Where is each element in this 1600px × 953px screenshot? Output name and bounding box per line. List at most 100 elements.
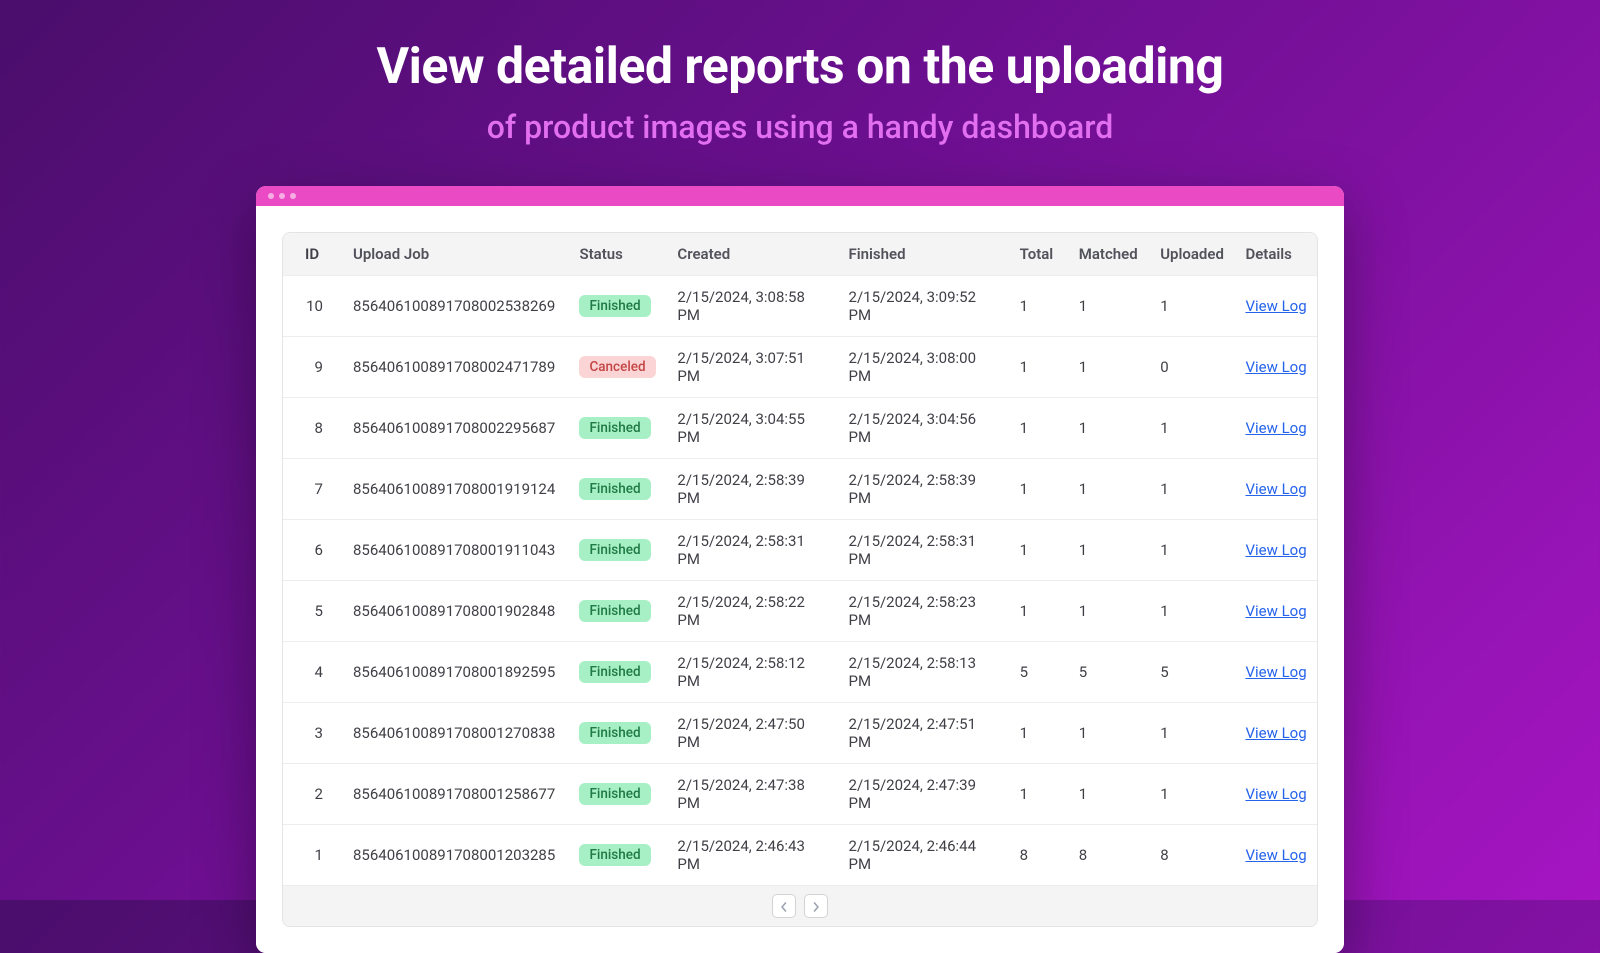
cell-finished: 2/15/2024, 3:08:00 PM (839, 337, 1010, 398)
cell-id: 8 (283, 398, 343, 459)
view-log-link[interactable]: View Log (1245, 419, 1306, 437)
cell-details: View Log (1235, 581, 1317, 642)
cell-upload-job: 856406100891708001911043 (343, 520, 569, 581)
cell-id: 4 (283, 642, 343, 703)
cell-status: Finished (569, 825, 667, 886)
cell-created: 2/15/2024, 2:58:39 PM (667, 459, 838, 520)
status-badge: Finished (579, 295, 650, 317)
view-log-link[interactable]: View Log (1245, 602, 1306, 620)
cell-total: 1 (1010, 764, 1069, 825)
app-window: ID Upload Job Status Created Finished To… (256, 186, 1344, 953)
table-row: 8856406100891708002295687Finished2/15/20… (283, 398, 1317, 459)
hero-subtitle: of product images using a handy dashboar… (0, 108, 1600, 146)
th-uploaded: Uploaded (1150, 233, 1235, 276)
table-row: 6856406100891708001911043Finished2/15/20… (283, 520, 1317, 581)
view-log-link[interactable]: View Log (1245, 663, 1306, 681)
cell-total: 1 (1010, 459, 1069, 520)
cell-details: View Log (1235, 520, 1317, 581)
cell-details: View Log (1235, 398, 1317, 459)
cell-uploaded: 1 (1150, 581, 1235, 642)
cell-id: 1 (283, 825, 343, 886)
traffic-light-close-icon[interactable] (268, 193, 274, 199)
cell-uploaded: 1 (1150, 764, 1235, 825)
cell-status: Canceled (569, 337, 667, 398)
cell-upload-job: 856406100891708002538269 (343, 276, 569, 337)
cell-total: 1 (1010, 520, 1069, 581)
cell-total: 1 (1010, 276, 1069, 337)
traffic-light-min-icon[interactable] (279, 193, 285, 199)
status-badge: Finished (579, 844, 650, 866)
cell-status: Finished (569, 459, 667, 520)
th-matched: Matched (1069, 233, 1150, 276)
cell-matched: 1 (1069, 520, 1150, 581)
status-badge: Finished (579, 722, 650, 744)
upload-jobs-table: ID Upload Job Status Created Finished To… (283, 233, 1317, 885)
cell-matched: 1 (1069, 276, 1150, 337)
view-log-link[interactable]: View Log (1245, 541, 1306, 559)
hero: View detailed reports on the uploading o… (0, 0, 1600, 146)
cell-finished: 2/15/2024, 2:58:13 PM (839, 642, 1010, 703)
cell-created: 2/15/2024, 2:47:50 PM (667, 703, 838, 764)
cell-matched: 8 (1069, 825, 1150, 886)
cell-finished: 2/15/2024, 2:46:44 PM (839, 825, 1010, 886)
view-log-link[interactable]: View Log (1245, 724, 1306, 742)
status-badge: Finished (579, 783, 650, 805)
cell-upload-job: 856406100891708001892595 (343, 642, 569, 703)
view-log-link[interactable]: View Log (1245, 297, 1306, 315)
cell-total: 1 (1010, 337, 1069, 398)
cell-matched: 1 (1069, 764, 1150, 825)
pagination (283, 885, 1317, 926)
traffic-light-max-icon[interactable] (290, 193, 296, 199)
cell-created: 2/15/2024, 2:47:38 PM (667, 764, 838, 825)
th-upload-job: Upload Job (343, 233, 569, 276)
window-body: ID Upload Job Status Created Finished To… (256, 206, 1344, 953)
cell-finished: 2/15/2024, 2:47:51 PM (839, 703, 1010, 764)
cell-details: View Log (1235, 276, 1317, 337)
cell-created: 2/15/2024, 3:07:51 PM (667, 337, 838, 398)
view-log-link[interactable]: View Log (1245, 480, 1306, 498)
cell-id: 5 (283, 581, 343, 642)
cell-created: 2/15/2024, 3:08:58 PM (667, 276, 838, 337)
table-row: 7856406100891708001919124Finished2/15/20… (283, 459, 1317, 520)
cell-matched: 1 (1069, 459, 1150, 520)
cell-finished: 2/15/2024, 3:04:56 PM (839, 398, 1010, 459)
cell-uploaded: 8 (1150, 825, 1235, 886)
cell-created: 2/15/2024, 2:46:43 PM (667, 825, 838, 886)
hero-title: View detailed reports on the uploading (0, 38, 1600, 96)
cell-created: 2/15/2024, 3:04:55 PM (667, 398, 838, 459)
th-status: Status (569, 233, 667, 276)
cell-details: View Log (1235, 703, 1317, 764)
status-badge: Finished (579, 600, 650, 622)
cell-status: Finished (569, 520, 667, 581)
view-log-link[interactable]: View Log (1245, 846, 1306, 864)
cell-uploaded: 1 (1150, 520, 1235, 581)
prev-page-button[interactable] (772, 894, 796, 918)
th-finished: Finished (839, 233, 1010, 276)
cell-status: Finished (569, 398, 667, 459)
cell-upload-job: 856406100891708001919124 (343, 459, 569, 520)
cell-status: Finished (569, 581, 667, 642)
cell-matched: 1 (1069, 581, 1150, 642)
cell-uploaded: 5 (1150, 642, 1235, 703)
cell-details: View Log (1235, 459, 1317, 520)
cell-upload-job: 856406100891708002471789 (343, 337, 569, 398)
cell-upload-job: 856406100891708002295687 (343, 398, 569, 459)
status-badge: Canceled (579, 356, 655, 378)
th-id: ID (283, 233, 343, 276)
cell-status: Finished (569, 276, 667, 337)
window-titlebar (256, 186, 1344, 206)
view-log-link[interactable]: View Log (1245, 358, 1306, 376)
cell-matched: 1 (1069, 398, 1150, 459)
view-log-link[interactable]: View Log (1245, 785, 1306, 803)
cell-finished: 2/15/2024, 2:58:39 PM (839, 459, 1010, 520)
cell-id: 2 (283, 764, 343, 825)
table-row: 2856406100891708001258677Finished2/15/20… (283, 764, 1317, 825)
cell-upload-job: 856406100891708001270838 (343, 703, 569, 764)
cell-total: 5 (1010, 642, 1069, 703)
next-page-button[interactable] (804, 894, 828, 918)
cell-total: 1 (1010, 581, 1069, 642)
cell-details: View Log (1235, 337, 1317, 398)
table-row: 10856406100891708002538269Finished2/15/2… (283, 276, 1317, 337)
cell-id: 3 (283, 703, 343, 764)
cell-total: 8 (1010, 825, 1069, 886)
